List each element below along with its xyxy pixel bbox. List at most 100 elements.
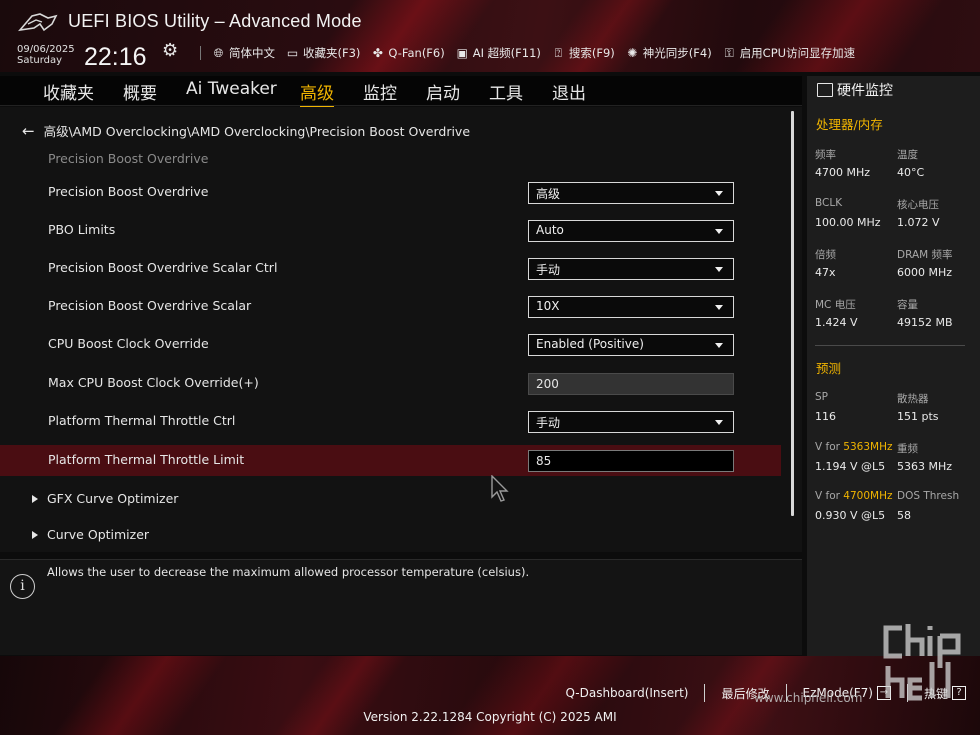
resizable-bar-label: 启用CPU访问显存加速 <box>739 46 856 60</box>
freq-value: 4700 MHz <box>815 166 871 179</box>
setting-label: Max CPU Boost Clock Override(+) <box>48 375 259 390</box>
setting-label: Platform Thermal Throttle Limit <box>48 452 245 467</box>
monitor-title-text: 硬件监控 <box>837 83 893 99</box>
qfan-label: Q-Fan(F6) <box>388 46 445 60</box>
header-bar: UEFI BIOS Utility – Advanced Mode 09/06/… <box>0 0 980 72</box>
cooler-value: 151 pts <box>897 410 939 423</box>
submenu-label: GFX Curve Optimizer <box>47 491 179 506</box>
temp-label: 温度 <box>897 149 918 161</box>
setting-row-max-boost[interactable]: Max CPU Boost Clock Override(+) 200 <box>0 368 781 399</box>
tab-favorites[interactable]: 收藏夹 <box>43 79 94 104</box>
dropdown-value: 10X <box>536 299 560 313</box>
submenu-gfx-curve-optimizer[interactable]: GFX Curve Optimizer <box>32 491 178 506</box>
back-arrow-icon[interactable]: ← <box>22 122 35 140</box>
v-for-high-value: 1.194 V @L5 <box>815 460 886 473</box>
freq-label: 频率 <box>815 149 836 161</box>
language-label: 简体中文 <box>229 46 275 60</box>
qdashboard-label: Q-Dashboard(Insert) <box>565 686 689 700</box>
monitor-icon <box>817 83 833 97</box>
core-voltage-label: 核心电压 <box>897 199 939 211</box>
scrollbar[interactable] <box>791 111 794 516</box>
caret-down-icon <box>715 343 723 348</box>
setting-label: Precision Boost Overdrive Scalar Ctrl <box>48 260 278 275</box>
setting-row-scalar[interactable]: Precision Boost Overdrive Scalar 10X <box>0 291 781 322</box>
footer-divider <box>704 684 706 702</box>
ai-oc-button[interactable]: ▣ AI 超频(F11) <box>455 45 541 61</box>
qdashboard-button[interactable]: Q-Dashboard(Insert) <box>565 686 688 700</box>
fan-icon: ✤ <box>372 46 383 60</box>
capacity-label: 容量 <box>897 299 918 311</box>
dropdown-value: 高级 <box>536 187 561 201</box>
bclk-label: BCLK <box>815 197 843 209</box>
help-text: Allows the user to decrease the maximum … <box>47 565 530 579</box>
pbo-dropdown[interactable]: 高级 <box>528 182 734 204</box>
chevron-right-icon <box>32 494 38 503</box>
setting-row-pbo-limits[interactable]: PBO Limits Auto <box>0 215 781 246</box>
tab-main[interactable]: 概要 <box>123 79 157 104</box>
cooler-label: 散热器 <box>897 393 929 405</box>
sp-value: 116 <box>815 410 836 423</box>
setting-row-thermal-ctrl[interactable]: Platform Thermal Throttle Ctrl 手动 <box>0 406 781 437</box>
caret-down-icon <box>715 191 723 196</box>
sp-label: SP <box>815 391 828 403</box>
aura-button[interactable]: ✺ 神光同步(F4) <box>625 45 712 61</box>
thermal-limit-input[interactable]: 85 <box>528 450 734 472</box>
tab-exit[interactable]: 退出 <box>552 79 586 104</box>
section-header: Precision Boost Overdrive <box>48 151 209 166</box>
mc-voltage-value: 1.424 V <box>815 316 858 329</box>
gear-icon[interactable]: ⚙ <box>162 40 178 61</box>
boost-override-dropdown[interactable]: Enabled (Positive) <box>528 334 734 356</box>
breadcrumb-path: 高级\AMD Overclocking\AMD Overclocking\Pre… <box>43 124 471 139</box>
qfan-button[interactable]: ✤ Q-Fan(F6) <box>370 46 445 60</box>
breadcrumb: ← 高级\AMD Overclocking\AMD Overclocking\P… <box>22 121 470 140</box>
favorites-button[interactable]: ▭ 收藏夹(F3) <box>285 45 361 61</box>
tab-advanced[interactable]: 高级 <box>300 79 334 108</box>
scalar-ctrl-dropdown[interactable]: 手动 <box>528 258 734 280</box>
date-display: 09/06/2025 <box>17 44 75 55</box>
core-voltage-value: 1.072 V <box>897 216 940 229</box>
setting-label: Precision Boost Overdrive <box>48 184 209 199</box>
main-menu: 收藏夹 概要 Ai Tweaker 高级 监控 启动 工具 退出 <box>0 76 802 108</box>
setting-label: Platform Thermal Throttle Ctrl <box>48 413 236 428</box>
ratio-label: 倍频 <box>815 249 836 261</box>
thermal-ctrl-dropdown[interactable]: 手动 <box>528 411 734 433</box>
bclk-value: 100.00 MHz <box>815 216 881 229</box>
rog-logo-icon <box>18 13 58 32</box>
setting-row-scalar-ctrl[interactable]: Precision Boost Overdrive Scalar Ctrl 手动 <box>0 253 781 284</box>
tab-ai-tweaker[interactable]: Ai Tweaker <box>186 79 277 99</box>
hardware-monitor-panel: 硬件监控 处理器/内存 频率 4700 MHz 温度 40°C BCLK 100… <box>807 76 980 656</box>
mc-voltage-label: MC 电压 <box>815 299 856 311</box>
caret-down-icon <box>715 229 723 234</box>
aura-label: 神光同步(F4) <box>642 46 712 60</box>
tab-tool[interactable]: 工具 <box>489 79 523 104</box>
setting-row-pbo[interactable]: Precision Boost Overdrive 高级 <box>0 177 781 208</box>
resizable-bar-button[interactable]: ⚿ 启用CPU访问显存加速 <box>722 45 855 61</box>
version-text: Version 2.22.1284 Copyright (C) 2025 AMI <box>363 710 617 724</box>
v-for-freq: 5363MHz <box>843 441 893 453</box>
setting-row-boost-override[interactable]: CPU Boost Clock Override Enabled (Positi… <box>0 329 781 360</box>
app-title: UEFI BIOS Utility – Advanced Mode <box>68 11 362 31</box>
search-button[interactable]: ⍰ 搜索(F9) <box>551 45 615 61</box>
setting-label: CPU Boost Clock Override <box>48 336 209 351</box>
tab-monitor[interactable]: 监控 <box>363 79 397 104</box>
setting-row-thermal-limit[interactable]: Platform Thermal Throttle Limit 85 <box>0 445 781 476</box>
dropdown-value: Enabled (Positive) <box>536 337 644 351</box>
tab-boot[interactable]: 启动 <box>426 79 460 104</box>
folder-star-icon: ▭ <box>286 46 299 60</box>
v-for-prefix: V for <box>815 490 844 502</box>
max-boost-input[interactable]: 200 <box>528 373 734 395</box>
v-for-freq: 4700MHz <box>843 490 893 502</box>
watermark-url: www.chiphell.com <box>754 691 863 705</box>
chevron-right-icon <box>32 530 38 539</box>
caret-down-icon <box>715 305 723 310</box>
favorites-label: 收藏夹(F3) <box>303 46 361 60</box>
info-icon: i <box>10 574 35 599</box>
time-display: 22:16 <box>84 43 147 71</box>
pbo-limits-dropdown[interactable]: Auto <box>528 220 734 242</box>
monitor-divider <box>815 345 965 346</box>
scalar-dropdown[interactable]: 10X <box>528 296 734 318</box>
submenu-curve-optimizer[interactable]: Curve Optimizer <box>32 527 149 542</box>
language-button[interactable]: 🌐︎ 简体中文 <box>211 45 275 61</box>
settings-panel: ← 高级\AMD Overclocking\AMD Overclocking\P… <box>0 107 802 552</box>
dropdown-value: Auto <box>536 223 564 237</box>
